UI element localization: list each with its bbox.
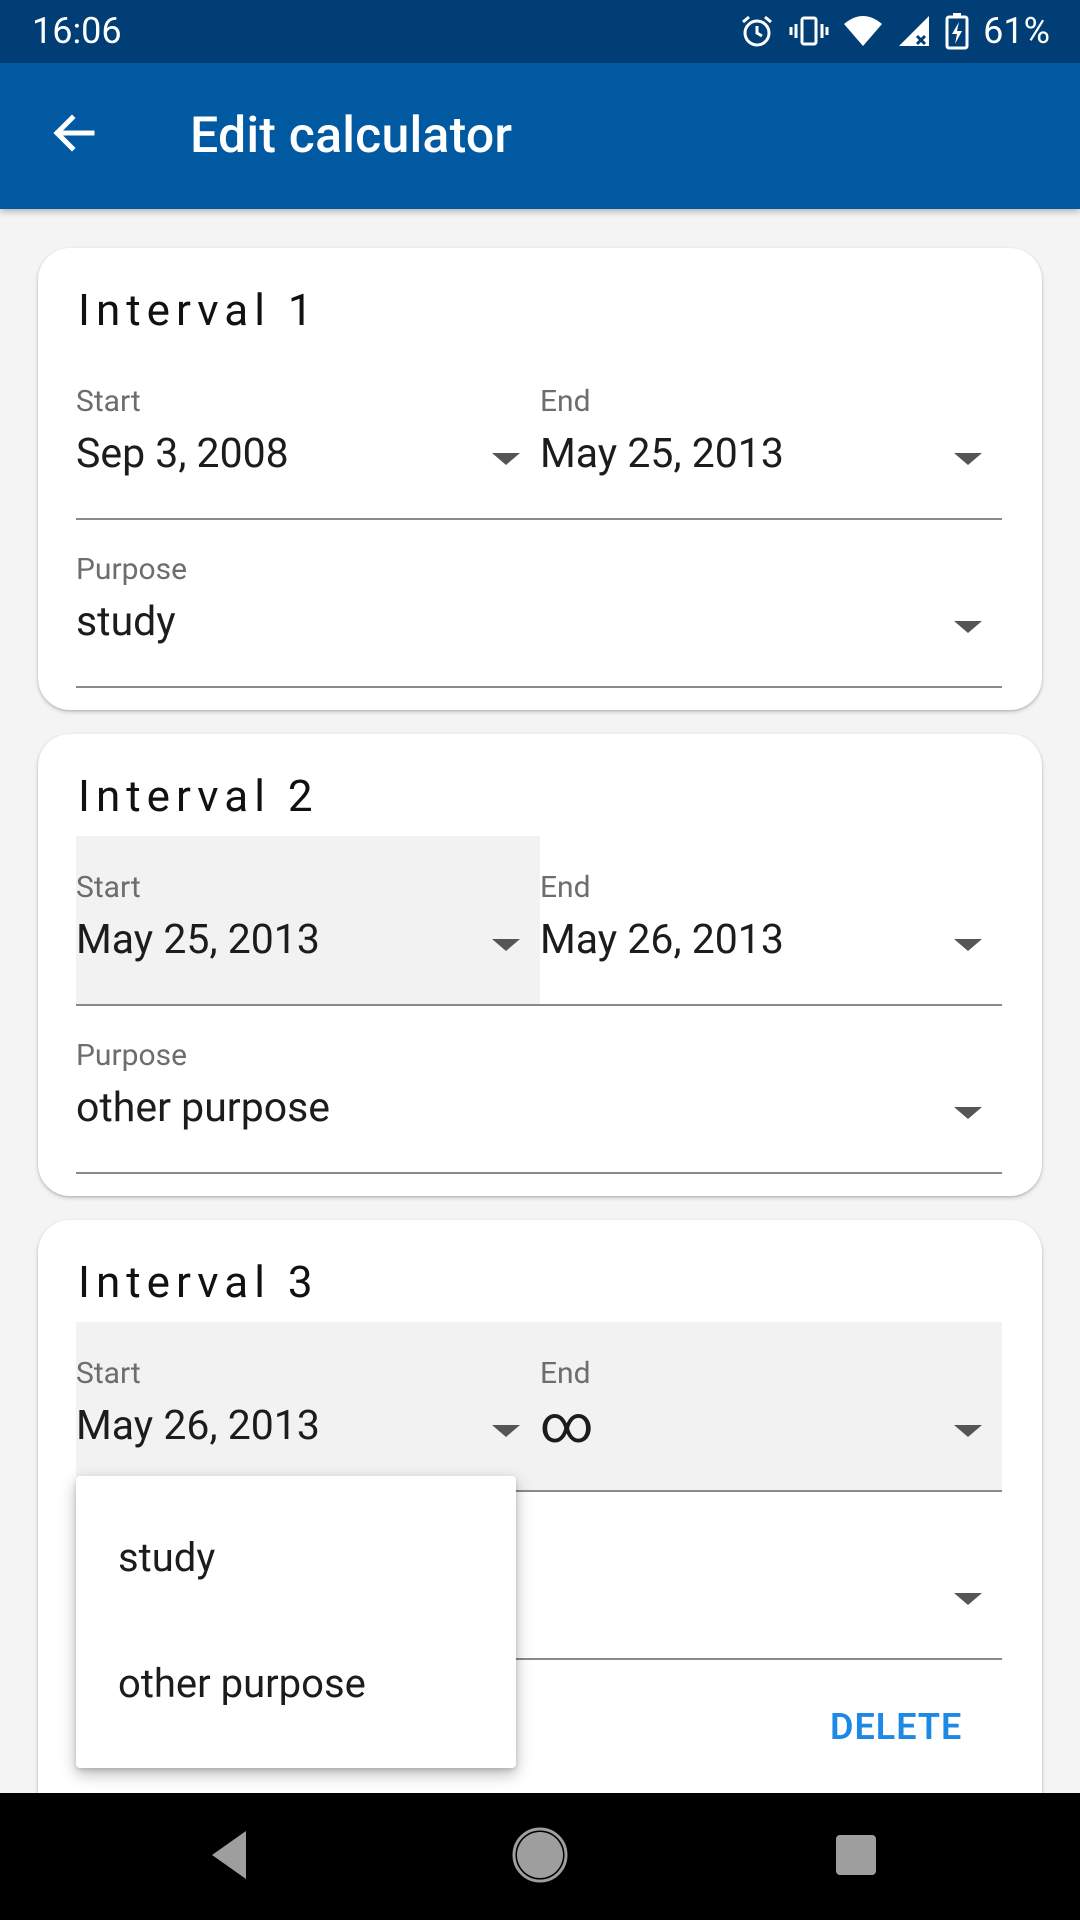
alarm-icon (742, 15, 773, 47)
status-time: 16:06 (32, 10, 122, 52)
start-date-field[interactable]: Start Sep 3, 2008 (76, 350, 540, 520)
end-label: End (540, 1356, 591, 1391)
interval-title: Interval 3 (78, 1256, 319, 1308)
start-date-field[interactable]: Start May 26, 2013 (76, 1322, 540, 1492)
interval-title: Interval 1 (78, 284, 319, 336)
back-triangle-icon[interactable] (202, 1825, 258, 1885)
end-date-field[interactable]: End May 25, 2013 (540, 350, 1002, 520)
start-value: May 26, 2013 (76, 1402, 320, 1450)
dropdown-arrow-icon (954, 1107, 982, 1119)
end-date-field[interactable]: End May 26, 2013 (540, 836, 1002, 1006)
vibrate-icon (789, 16, 829, 46)
start-value: May 25, 2013 (76, 916, 320, 964)
end-date-field[interactable]: End ∞ (540, 1322, 1002, 1492)
battery-percent: 61% (983, 10, 1050, 52)
arrow-back-icon[interactable] (46, 105, 102, 161)
purpose-value: study (76, 598, 176, 646)
home-circle-icon[interactable] (510, 1825, 570, 1885)
start-label: Start (76, 384, 141, 419)
purpose-label: Purpose (76, 552, 187, 587)
dropdown-arrow-icon (492, 453, 520, 465)
dropdown-option-other-purpose[interactable]: other purpose (118, 1660, 366, 1707)
status-icons: 61% (739, 10, 1050, 52)
end-value: May 25, 2013 (540, 430, 784, 478)
page-title: Edit calculator (190, 107, 513, 165)
dropdown-arrow-icon (492, 1425, 520, 1437)
purpose-label: Purpose (76, 1038, 187, 1073)
purpose-dropdown-menu: study other purpose (76, 1476, 516, 1768)
navigation-bar (0, 1793, 1080, 1920)
delete-button[interactable]: DELETE (830, 1706, 962, 1748)
start-label: Start (76, 870, 141, 905)
purpose-field[interactable]: Purpose study (76, 518, 1002, 688)
interval-card-1: Interval 1 Start Sep 3, 2008 End May 25,… (38, 248, 1042, 710)
signal-icon (899, 16, 930, 46)
dropdown-arrow-icon (954, 621, 982, 633)
dropdown-arrow-icon (954, 1425, 982, 1437)
dropdown-arrow-icon (954, 453, 982, 465)
dropdown-arrow-icon (492, 939, 520, 951)
battery-charging-icon (945, 13, 969, 50)
end-value: May 26, 2013 (540, 916, 784, 964)
dropdown-option-study[interactable]: study (118, 1534, 215, 1581)
recents-square-icon[interactable] (826, 1825, 886, 1885)
start-date-field[interactable]: Start May 25, 2013 (76, 836, 540, 1006)
app-bar: Edit calculator (0, 63, 1080, 209)
interval-title: Interval 2 (78, 770, 319, 822)
dropdown-arrow-icon (954, 1593, 982, 1605)
dropdown-arrow-icon (954, 939, 982, 951)
start-label: Start (76, 1356, 141, 1391)
start-value: Sep 3, 2008 (76, 430, 289, 478)
wifi-icon (844, 16, 883, 46)
status-bar: 16:06 61% (0, 0, 1080, 63)
end-label: End (540, 870, 591, 905)
purpose-value: other purpose (76, 1084, 331, 1132)
end-label: End (540, 384, 591, 419)
purpose-field[interactable]: Purpose other purpose (76, 1004, 1002, 1174)
interval-card-2: Interval 2 Start May 25, 2013 End May 26… (38, 734, 1042, 1196)
end-value: ∞ (540, 1394, 594, 1455)
